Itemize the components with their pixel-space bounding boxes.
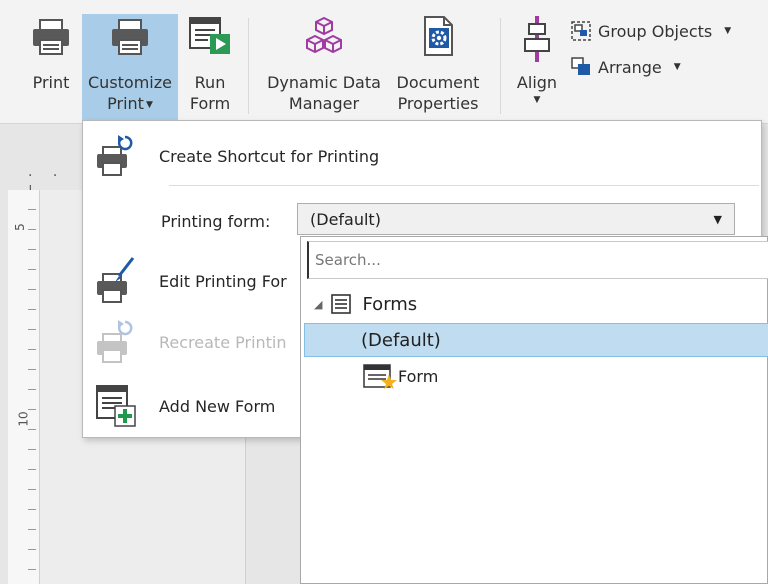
arrange-label: Arrange [598,57,662,77]
run-form-button[interactable]: Run Form [182,14,238,120]
ribbon-separator [500,18,501,114]
group-objects-button[interactable]: Group Objects ▼ [570,18,731,44]
document-gear-icon [424,16,453,56]
vertical-ruler: 5 10 [8,190,40,584]
add-new-form-menu-item[interactable]: Add New Form [95,379,275,433]
printer-icon [112,19,148,55]
caret-down-icon: ▼ [724,26,732,36]
tree-node-form[interactable]: Form [304,361,768,391]
create-shortcut-menu-item[interactable]: Create Shortcut for Printing [95,133,379,179]
align-label: Align [516,73,558,92]
ribbon-toolbar: Print Customize Print ▼ Run Form Dynamic… [0,0,768,124]
run-form-label-1: Run [194,73,226,92]
document-properties-button[interactable]: Document Properties [392,14,484,120]
ruler-mark: 10 [16,411,31,427]
recreate-printing-label: Recreate Printin [159,332,287,352]
create-shortcut-label: Create Shortcut for Printing [159,146,380,166]
run-form-label-2: Form [189,94,231,113]
printing-form-value: (Default) [310,209,381,229]
tree-node-form-label: Form [398,366,439,386]
align-button[interactable]: Align ▼ [510,14,564,120]
horizontal-ruler: · · | [28,168,66,200]
group-objects-icon [571,21,591,41]
printer-brush-icon [97,257,135,303]
printing-form-label: Printing form: [161,211,271,231]
customize-print-button[interactable]: Customize Print ▼ [82,14,178,120]
doc-props-label-2: Properties [397,94,479,113]
group-objects-label: Group Objects [598,21,713,41]
caret-down-icon: ▼ [533,95,541,105]
printer-refresh-icon [97,320,133,363]
add-new-form-label: Add New Form [159,396,276,416]
run-form-icon [189,17,230,54]
caret-down-icon: ▼ [145,100,153,110]
arrange-icon [571,57,590,75]
customize-print-label-2: Print ▼ [107,94,153,113]
list-form-icon [331,294,352,314]
tree-node-forms[interactable]: ◢ Forms [304,287,768,321]
form-star-icon [363,364,397,389]
add-form-icon [96,385,136,427]
arrange-button[interactable]: Arrange ▼ [570,54,681,80]
printing-form-combo[interactable]: (Default) ▼ [297,203,735,235]
ruler-mark: 5 [12,223,27,231]
search-input[interactable] [307,241,768,279]
ddm-label-1: Dynamic Data [267,73,381,92]
edit-printing-form-label: Edit Printing For [159,271,287,291]
recreate-printing-menu-item[interactable]: Recreate Printin [95,317,287,367]
tree-node-default-label: (Default) [361,329,441,351]
edit-printing-form-menu-item[interactable]: Edit Printing For [95,255,287,307]
doc-props-label-1: Document [396,73,480,92]
dynamic-data-manager-button[interactable]: Dynamic Data Manager [262,14,386,120]
tree-node-default[interactable]: (Default) [304,323,768,357]
ribbon-separator [248,18,249,114]
print-button[interactable]: Print [22,14,80,120]
tree-node-forms-label: Forms [362,293,418,315]
customize-print-label-1: Customize [88,73,172,92]
collapse-triangle-icon[interactable]: ◢ [314,298,322,311]
printer-icon [33,19,69,55]
printer-refresh-icon [97,135,133,176]
printing-form-popup: ◢ Forms (Default) Form [300,236,768,584]
cubes-icon [306,16,342,54]
menu-separator [169,185,759,186]
print-label: Print [32,73,70,92]
caret-down-icon: ▼ [673,62,681,72]
ddm-label-2: Manager [288,94,360,113]
align-icon [524,16,550,62]
chevron-down-icon: ▼ [713,212,722,226]
